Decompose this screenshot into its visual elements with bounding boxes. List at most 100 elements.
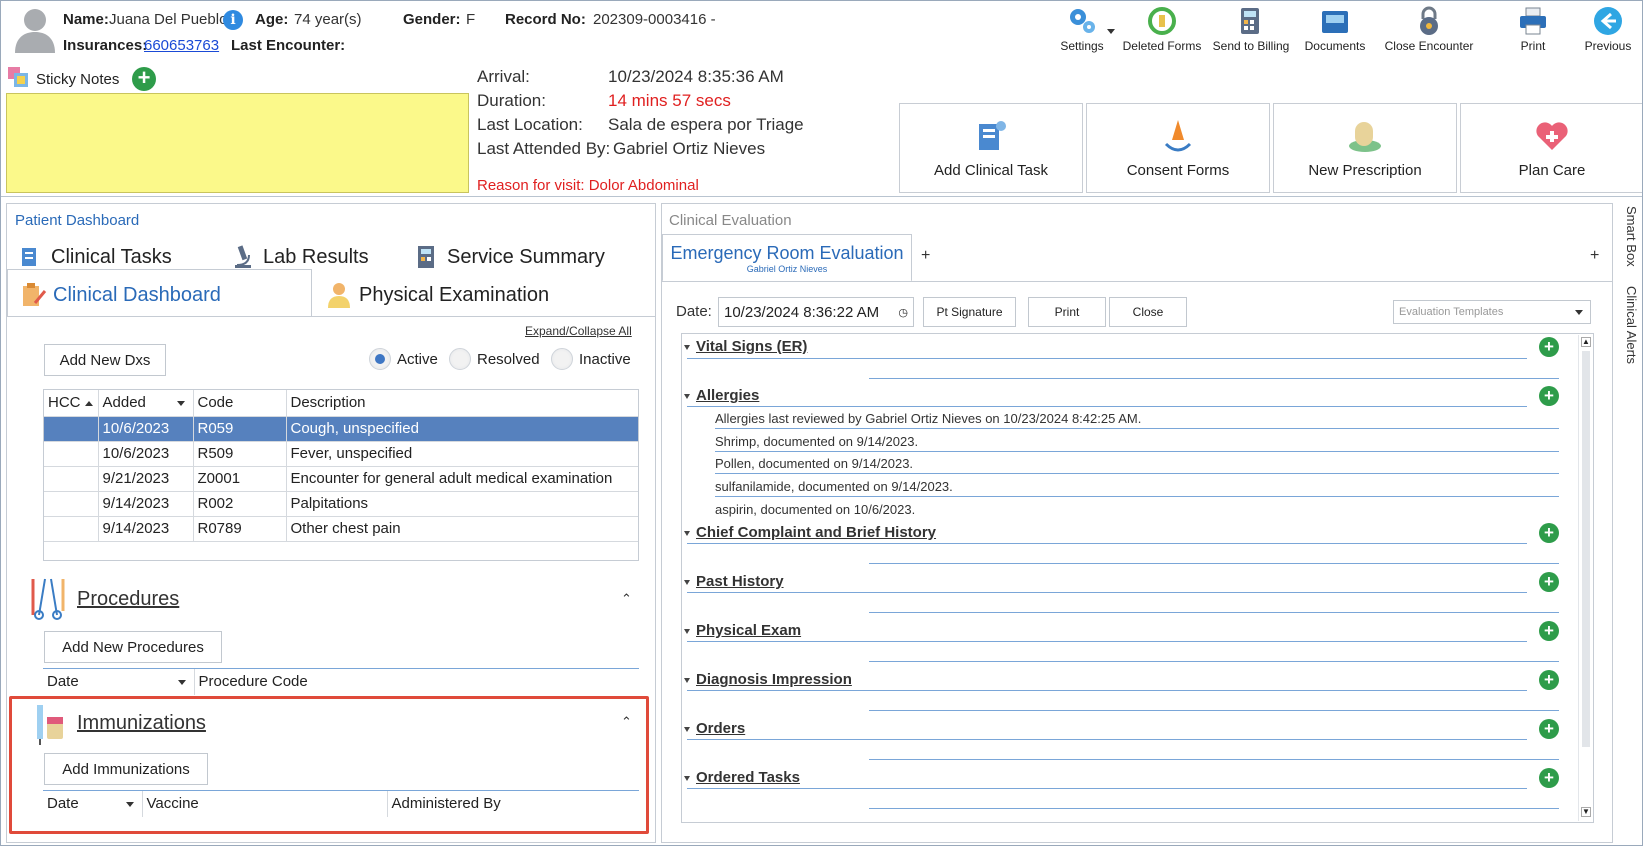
col-description[interactable]: Description [286, 390, 638, 417]
info-icon[interactable]: i [223, 10, 243, 30]
col-vaccine-label: Vaccine [146, 795, 199, 813]
section-ordered-tasks[interactable]: Ordered Tasks [696, 769, 800, 786]
section-orders[interactable]: Orders [696, 720, 745, 737]
procedures-title[interactable]: Procedures [77, 588, 179, 611]
lock-icon [1420, 6, 1438, 35]
surgical-tools-icon [31, 578, 65, 620]
col-procedure-code[interactable]: Procedure Code [194, 669, 639, 695]
plan-care-button[interactable]: Plan Care [1460, 103, 1642, 193]
add-sticky-note-button[interactable]: + [132, 67, 156, 91]
add-past-history-button[interactable]: + [1539, 572, 1559, 592]
insurance-link[interactable]: 660653763 [144, 37, 219, 54]
close-encounter-button[interactable]: Close Encounter [1381, 5, 1477, 53]
scroll-down-icon[interactable]: ▼ [1581, 807, 1591, 817]
section-vital-signs[interactable]: Vital Signs (ER) [696, 338, 807, 355]
collapse-triangle-icon[interactable] [684, 580, 690, 585]
collapse-triangle-icon[interactable] [684, 345, 690, 350]
tab-clinical-tasks[interactable]: Clinical Tasks [17, 243, 172, 271]
col-administered-by-label: Administered By [391, 795, 501, 813]
collapse-triangle-icon[interactable] [684, 678, 690, 683]
collapse-triangle-icon[interactable] [684, 727, 690, 732]
filter-resolved-radio[interactable]: Resolved [449, 348, 540, 370]
section-underline [687, 543, 1527, 544]
heart-care-icon [1536, 122, 1568, 150]
add-allergies-button[interactable]: + [1539, 386, 1559, 406]
col-immunization-date[interactable]: Date [43, 791, 143, 817]
add-vital-signs-button[interactable]: + [1539, 337, 1559, 357]
collapse-procedures-icon[interactable]: ⌃ [621, 591, 632, 607]
collapse-triangle-icon[interactable] [684, 394, 690, 399]
add-immunizations-button[interactable]: Add Immunizations [44, 753, 208, 785]
scrollbar-thumb[interactable] [1582, 351, 1590, 747]
chevron-down-icon [1575, 309, 1583, 315]
table-row[interactable]: 9/21/2023 Z0001 Encounter for general adul… [44, 466, 638, 492]
filter-active-radio[interactable]: Active [369, 348, 438, 370]
col-hcc[interactable]: HCC [44, 390, 99, 417]
pt-signature-button[interactable]: Pt Signature [923, 297, 1016, 327]
clinical-alerts-side-tab[interactable]: Clinical Alerts [1617, 286, 1639, 376]
calendar-icon[interactable]: ◷ [898, 306, 908, 319]
add-chief-complaint-button[interactable]: + [1539, 523, 1559, 543]
section-diagnosis-impression[interactable]: Diagnosis Impression [696, 671, 852, 688]
eval-print-button[interactable]: Print [1028, 297, 1106, 327]
collapse-triangle-icon[interactable] [684, 531, 690, 536]
immunizations-title[interactable]: Immunizations [77, 712, 206, 735]
calculator-icon [418, 246, 434, 268]
filter-active-label: Active [397, 350, 438, 368]
date-field[interactable]: 10/23/2024 8:36:22 AM ◷ [718, 297, 914, 327]
gear-icon [1070, 9, 1095, 33]
add-tab-button[interactable]: + [921, 247, 930, 265]
expand-collapse-all-link[interactable]: Expand/Collapse All [525, 324, 632, 338]
collapse-triangle-icon[interactable] [684, 629, 690, 634]
print-button[interactable]: Print [1509, 5, 1557, 53]
consent-forms-button[interactable]: Consent Forms [1086, 103, 1270, 193]
documents-label: Documents [1304, 39, 1366, 53]
new-prescription-button[interactable]: New Prescription [1273, 103, 1457, 193]
col-added[interactable]: Added [98, 390, 194, 417]
add-evaluation-button[interactable]: + [1590, 247, 1599, 265]
evaluation-templates-select[interactable]: Evaluation Templates [1393, 300, 1591, 324]
eval-close-button[interactable]: Close [1109, 297, 1187, 327]
cell-description: Encounter for general adult medical exam… [286, 466, 638, 492]
diagnoses-table: HCC Added Code Description 10/6/2023 R059… [43, 389, 639, 561]
tab-clinical-dashboard[interactable]: Clinical Dashboard [19, 281, 221, 309]
add-new-procedures-button[interactable]: Add New Procedures [44, 631, 222, 663]
deleted-forms-button[interactable]: Deleted Forms [1119, 5, 1205, 53]
collapse-triangle-icon[interactable] [684, 776, 690, 781]
sections-scrollbar[interactable]: ▲ ▼ [1578, 335, 1592, 821]
add-physical-exam-button[interactable]: + [1539, 621, 1559, 641]
table-row[interactable]: 10/6/2023 R509 Fever, unspecified [44, 441, 638, 467]
section-allergies[interactable]: Allergies [696, 387, 759, 404]
filter-inactive-radio[interactable]: Inactive [551, 348, 631, 370]
send-to-billing-button[interactable]: Send to Billing [1209, 5, 1293, 53]
section-physical-exam[interactable]: Physical Exam [696, 622, 801, 639]
name-label: Name: [63, 11, 109, 28]
settings-dropdown-icon[interactable] [1107, 29, 1115, 34]
tab-emergency-room-evaluation[interactable]: Emergency Room Evaluation Gabriel Ortiz … [662, 234, 912, 282]
duration-label: Duration: [477, 91, 546, 110]
add-ordered-tasks-button[interactable]: + [1539, 768, 1559, 788]
date-label: Date: [676, 303, 712, 320]
table-row[interactable]: 9/14/2023 R0789 Other chest pain [44, 516, 638, 542]
sticky-note-area[interactable] [6, 93, 469, 193]
add-new-dxs-button[interactable]: Add New Dxs [44, 344, 166, 376]
col-code[interactable]: Code [193, 390, 287, 417]
section-chief-complaint[interactable]: Chief Complaint and Brief History [696, 524, 936, 541]
scroll-up-icon[interactable]: ▲ [1581, 337, 1591, 347]
add-diagnosis-button[interactable]: + [1539, 670, 1559, 690]
col-administered-by[interactable]: Administered By [387, 791, 639, 817]
col-procedure-date[interactable]: Date [43, 669, 195, 695]
add-orders-button[interactable]: + [1539, 719, 1559, 739]
previous-button[interactable]: Previous [1581, 5, 1635, 53]
documents-button[interactable]: Documents [1297, 5, 1373, 53]
tab-physical-examination[interactable]: Physical Examination [325, 281, 549, 309]
table-row[interactable]: 9/14/2023 R002 Palpitations [44, 491, 638, 517]
add-clinical-task-button[interactable]: Add Clinical Task [899, 103, 1083, 193]
tab-lab-results[interactable]: Lab Results [229, 243, 369, 271]
col-vaccine[interactable]: Vaccine [142, 791, 388, 817]
collapse-immunizations-icon[interactable]: ⌃ [621, 714, 632, 730]
section-past-history[interactable]: Past History [696, 573, 784, 590]
tab-service-summary[interactable]: Service Summary [413, 243, 605, 271]
table-row[interactable]: 10/6/2023 R059 Cough, unspecified [44, 416, 638, 442]
smart-box-side-tab[interactable]: Smart Box [1617, 206, 1639, 276]
